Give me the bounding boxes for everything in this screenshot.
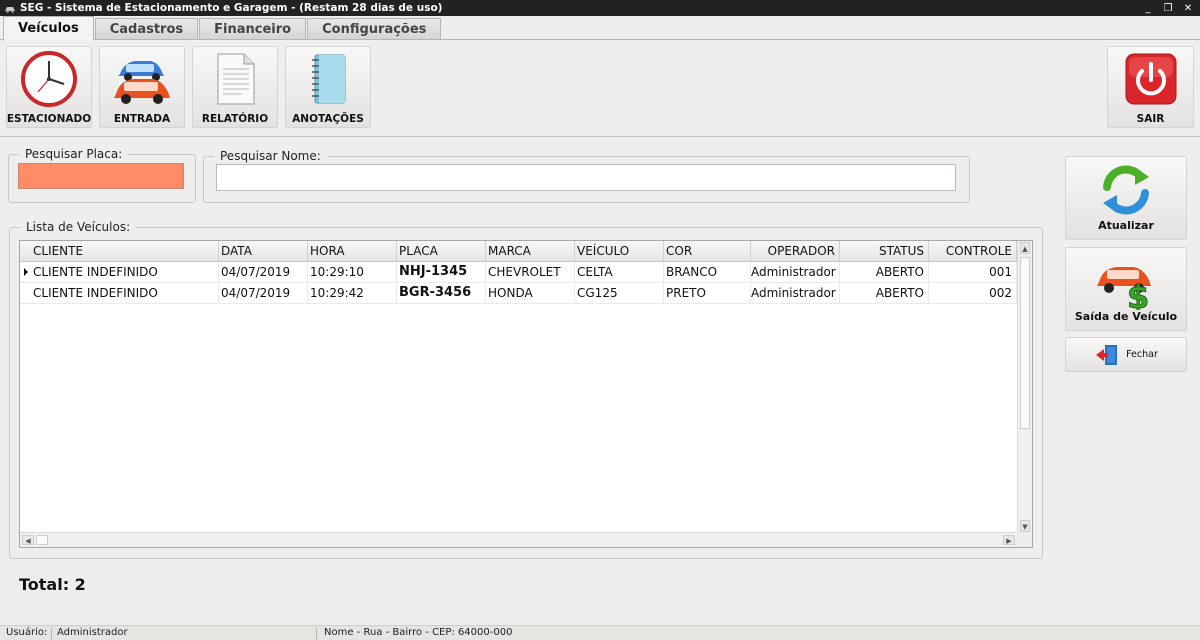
search-placa-input[interactable]	[18, 163, 184, 189]
status-separator	[51, 627, 52, 639]
window-title: SEG - Sistema de Estacionamento e Garage…	[20, 2, 443, 14]
status-usuario-label: Usuário:	[6, 627, 48, 638]
tab-veiculos[interactable]: Veículos	[3, 16, 94, 40]
cell-cliente: CLIENTE INDEFINIDO	[20, 283, 219, 303]
close-button[interactable]: ✕	[1182, 3, 1194, 14]
col-hora[interactable]: HORA	[308, 241, 397, 262]
power-icon	[1125, 53, 1176, 105]
horizontal-scroll-thumb[interactable]	[36, 535, 48, 545]
cell-placa: NHJ-1345	[397, 262, 486, 282]
car-money-icon: $	[1097, 267, 1151, 310]
app-icon	[5, 7, 15, 13]
title-bar: SEG - Sistema de Estacionamento e Garage…	[0, 0, 1200, 16]
atualizar-button[interactable]: Atualizar	[1065, 156, 1187, 240]
tab-bar: Veículos Cadastros Financeiro Configuraç…	[0, 16, 1200, 40]
cell-operador: Administrador	[751, 283, 840, 303]
scroll-left-icon[interactable]: ◀	[22, 535, 34, 545]
col-veiculo[interactable]: VEÍCULO	[575, 241, 664, 262]
table-row[interactable]: CLIENTE INDEFINIDO 04/07/2019 10:29:10 N…	[20, 262, 1017, 283]
col-operador[interactable]: OPERADOR	[751, 241, 840, 262]
entrada-button[interactable]: ENTRADA	[99, 46, 185, 128]
relatorio-label: RELATÓRIO	[201, 113, 269, 125]
scroll-corner	[1017, 532, 1032, 547]
horizontal-scrollbar[interactable]: ◀ ▶	[20, 532, 1017, 547]
grid-header: CLIENTE DATA HORA PLACA MARCA VEÍCULO CO…	[20, 241, 1017, 262]
col-placa[interactable]: PLACA	[397, 241, 486, 262]
anotacoes-label: ANOTAÇÕES	[292, 113, 364, 125]
cell-status: ABERTO	[840, 283, 929, 303]
saida-veiculo-button[interactable]: $ Saída de Veículo	[1065, 247, 1187, 331]
cell-data: 04/07/2019	[219, 262, 308, 282]
vehicle-list-label: Lista de Veículos:	[20, 220, 137, 234]
scroll-down-icon[interactable]: ▼	[1020, 520, 1030, 532]
search-nome-input[interactable]	[216, 164, 956, 191]
search-nome-label: Pesquisar Nome:	[214, 149, 327, 163]
relatorio-button[interactable]: RELATÓRIO	[192, 46, 278, 128]
vertical-scroll-thumb[interactable]	[1020, 257, 1030, 429]
status-usuario-value: Administrador	[57, 627, 128, 638]
clock-icon	[21, 51, 77, 107]
cell-operador: Administrador	[751, 262, 840, 282]
cell-hora: 10:29:42	[308, 283, 397, 303]
total-count: Total: 2	[19, 575, 86, 594]
col-cliente[interactable]: CLIENTE	[20, 241, 219, 262]
table-row[interactable]: CLIENTE INDEFINIDO 04/07/2019 10:29:42 B…	[20, 283, 1017, 304]
exit-door-icon	[1096, 344, 1118, 365]
refresh-icon	[1103, 165, 1149, 215]
scroll-right-icon[interactable]: ▶	[1003, 535, 1015, 545]
cell-controle: 002	[929, 283, 1017, 303]
cell-veiculo: CELTA	[575, 262, 664, 282]
status-endereco: Nome - Rua - Bairro - CEP: 64000-000	[324, 627, 513, 638]
cell-cor: PRETO	[664, 283, 751, 303]
status-bar: Usuário: Administrador Nome - Rua - Bair…	[0, 625, 1200, 640]
entrada-label: ENTRADA	[113, 113, 171, 125]
cell-cor: BRANCO	[664, 262, 751, 282]
atualizar-label: Atualizar	[1098, 219, 1154, 232]
search-placa-label: Pesquisar Placa:	[19, 147, 129, 161]
col-status[interactable]: STATUS	[840, 241, 929, 262]
minimize-button[interactable]: _	[1142, 3, 1154, 14]
col-data[interactable]: DATA	[219, 241, 308, 262]
cell-status: ABERTO	[840, 262, 929, 282]
fechar-label: Fechar	[1126, 349, 1158, 360]
cell-marca: HONDA	[486, 283, 575, 303]
anotacoes-button[interactable]: ANOTAÇÕES	[285, 46, 371, 128]
tab-financeiro[interactable]: Financeiro	[199, 18, 307, 39]
col-cor[interactable]: COR	[664, 241, 751, 262]
status-separator	[316, 627, 317, 639]
cell-placa: BGR-3456	[397, 283, 486, 303]
tab-cadastros[interactable]: Cadastros	[94, 18, 199, 39]
svg-text:$: $	[1127, 278, 1149, 310]
sair-label: SAIR	[1136, 113, 1165, 125]
vehicle-grid[interactable]: CLIENTE DATA HORA PLACA MARCA VEÍCULO CO…	[19, 240, 1033, 548]
cell-veiculo: CG125	[575, 283, 664, 303]
cars-icon	[114, 61, 170, 104]
fechar-button[interactable]: Fechar	[1065, 337, 1187, 372]
cell-data: 04/07/2019	[219, 283, 308, 303]
cell-controle: 001	[929, 262, 1017, 282]
notebook-icon	[312, 54, 346, 104]
tab-configuracoes[interactable]: Configurações	[307, 18, 442, 39]
col-controle[interactable]: CONTROLE	[929, 241, 1017, 262]
cell-hora: 10:29:10	[308, 262, 397, 282]
estacionado-label: ESTACIONADO	[6, 113, 92, 125]
saida-veiculo-label: Saída de Veículo	[1074, 310, 1178, 323]
col-marca[interactable]: MARCA	[486, 241, 575, 262]
cell-cliente: CLIENTE INDEFINIDO	[20, 262, 219, 282]
scroll-up-icon[interactable]: ▲	[1020, 242, 1030, 254]
ribbon-toolbar: ESTACIONADO ENTRADA RELATÓRIO ANOTAÇÕES …	[0, 40, 1200, 137]
vertical-scrollbar[interactable]: ▲ ▼	[1017, 241, 1032, 533]
restore-button[interactable]: ❐	[1162, 3, 1174, 14]
estacionado-button[interactable]: ESTACIONADO	[6, 46, 92, 128]
sair-button[interactable]: SAIR	[1107, 46, 1194, 128]
cell-marca: CHEVROLET	[486, 262, 575, 282]
document-icon	[217, 53, 255, 105]
